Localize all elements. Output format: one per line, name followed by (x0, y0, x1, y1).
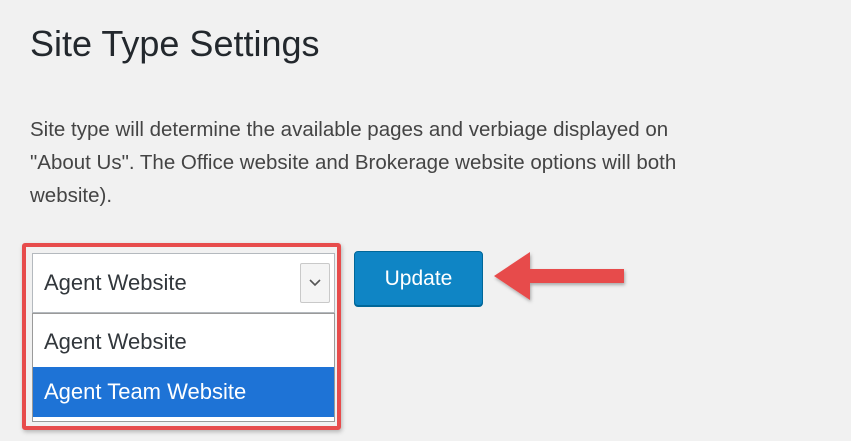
description-line-2: "About Us". The Office website and Broke… (30, 151, 677, 174)
site-type-description: Site type will determine the available p… (30, 113, 851, 212)
site-type-select-value: Agent Website (44, 270, 187, 295)
description-line-1: Site type will determine the available p… (30, 118, 669, 141)
site-type-options-list: Agent Website Agent Team Website (32, 313, 335, 422)
update-button[interactable]: Update (354, 251, 483, 306)
page-title: Site Type Settings (30, 23, 320, 64)
red-arrow-left-icon (494, 252, 624, 300)
description-line-3: website). (30, 184, 113, 207)
site-type-select[interactable]: Agent Website (32, 253, 335, 313)
option-agent-team-website[interactable]: Agent Team Website (33, 367, 334, 417)
chevron-down-icon[interactable] (300, 263, 330, 303)
option-agent-website[interactable]: Agent Website (33, 317, 334, 367)
